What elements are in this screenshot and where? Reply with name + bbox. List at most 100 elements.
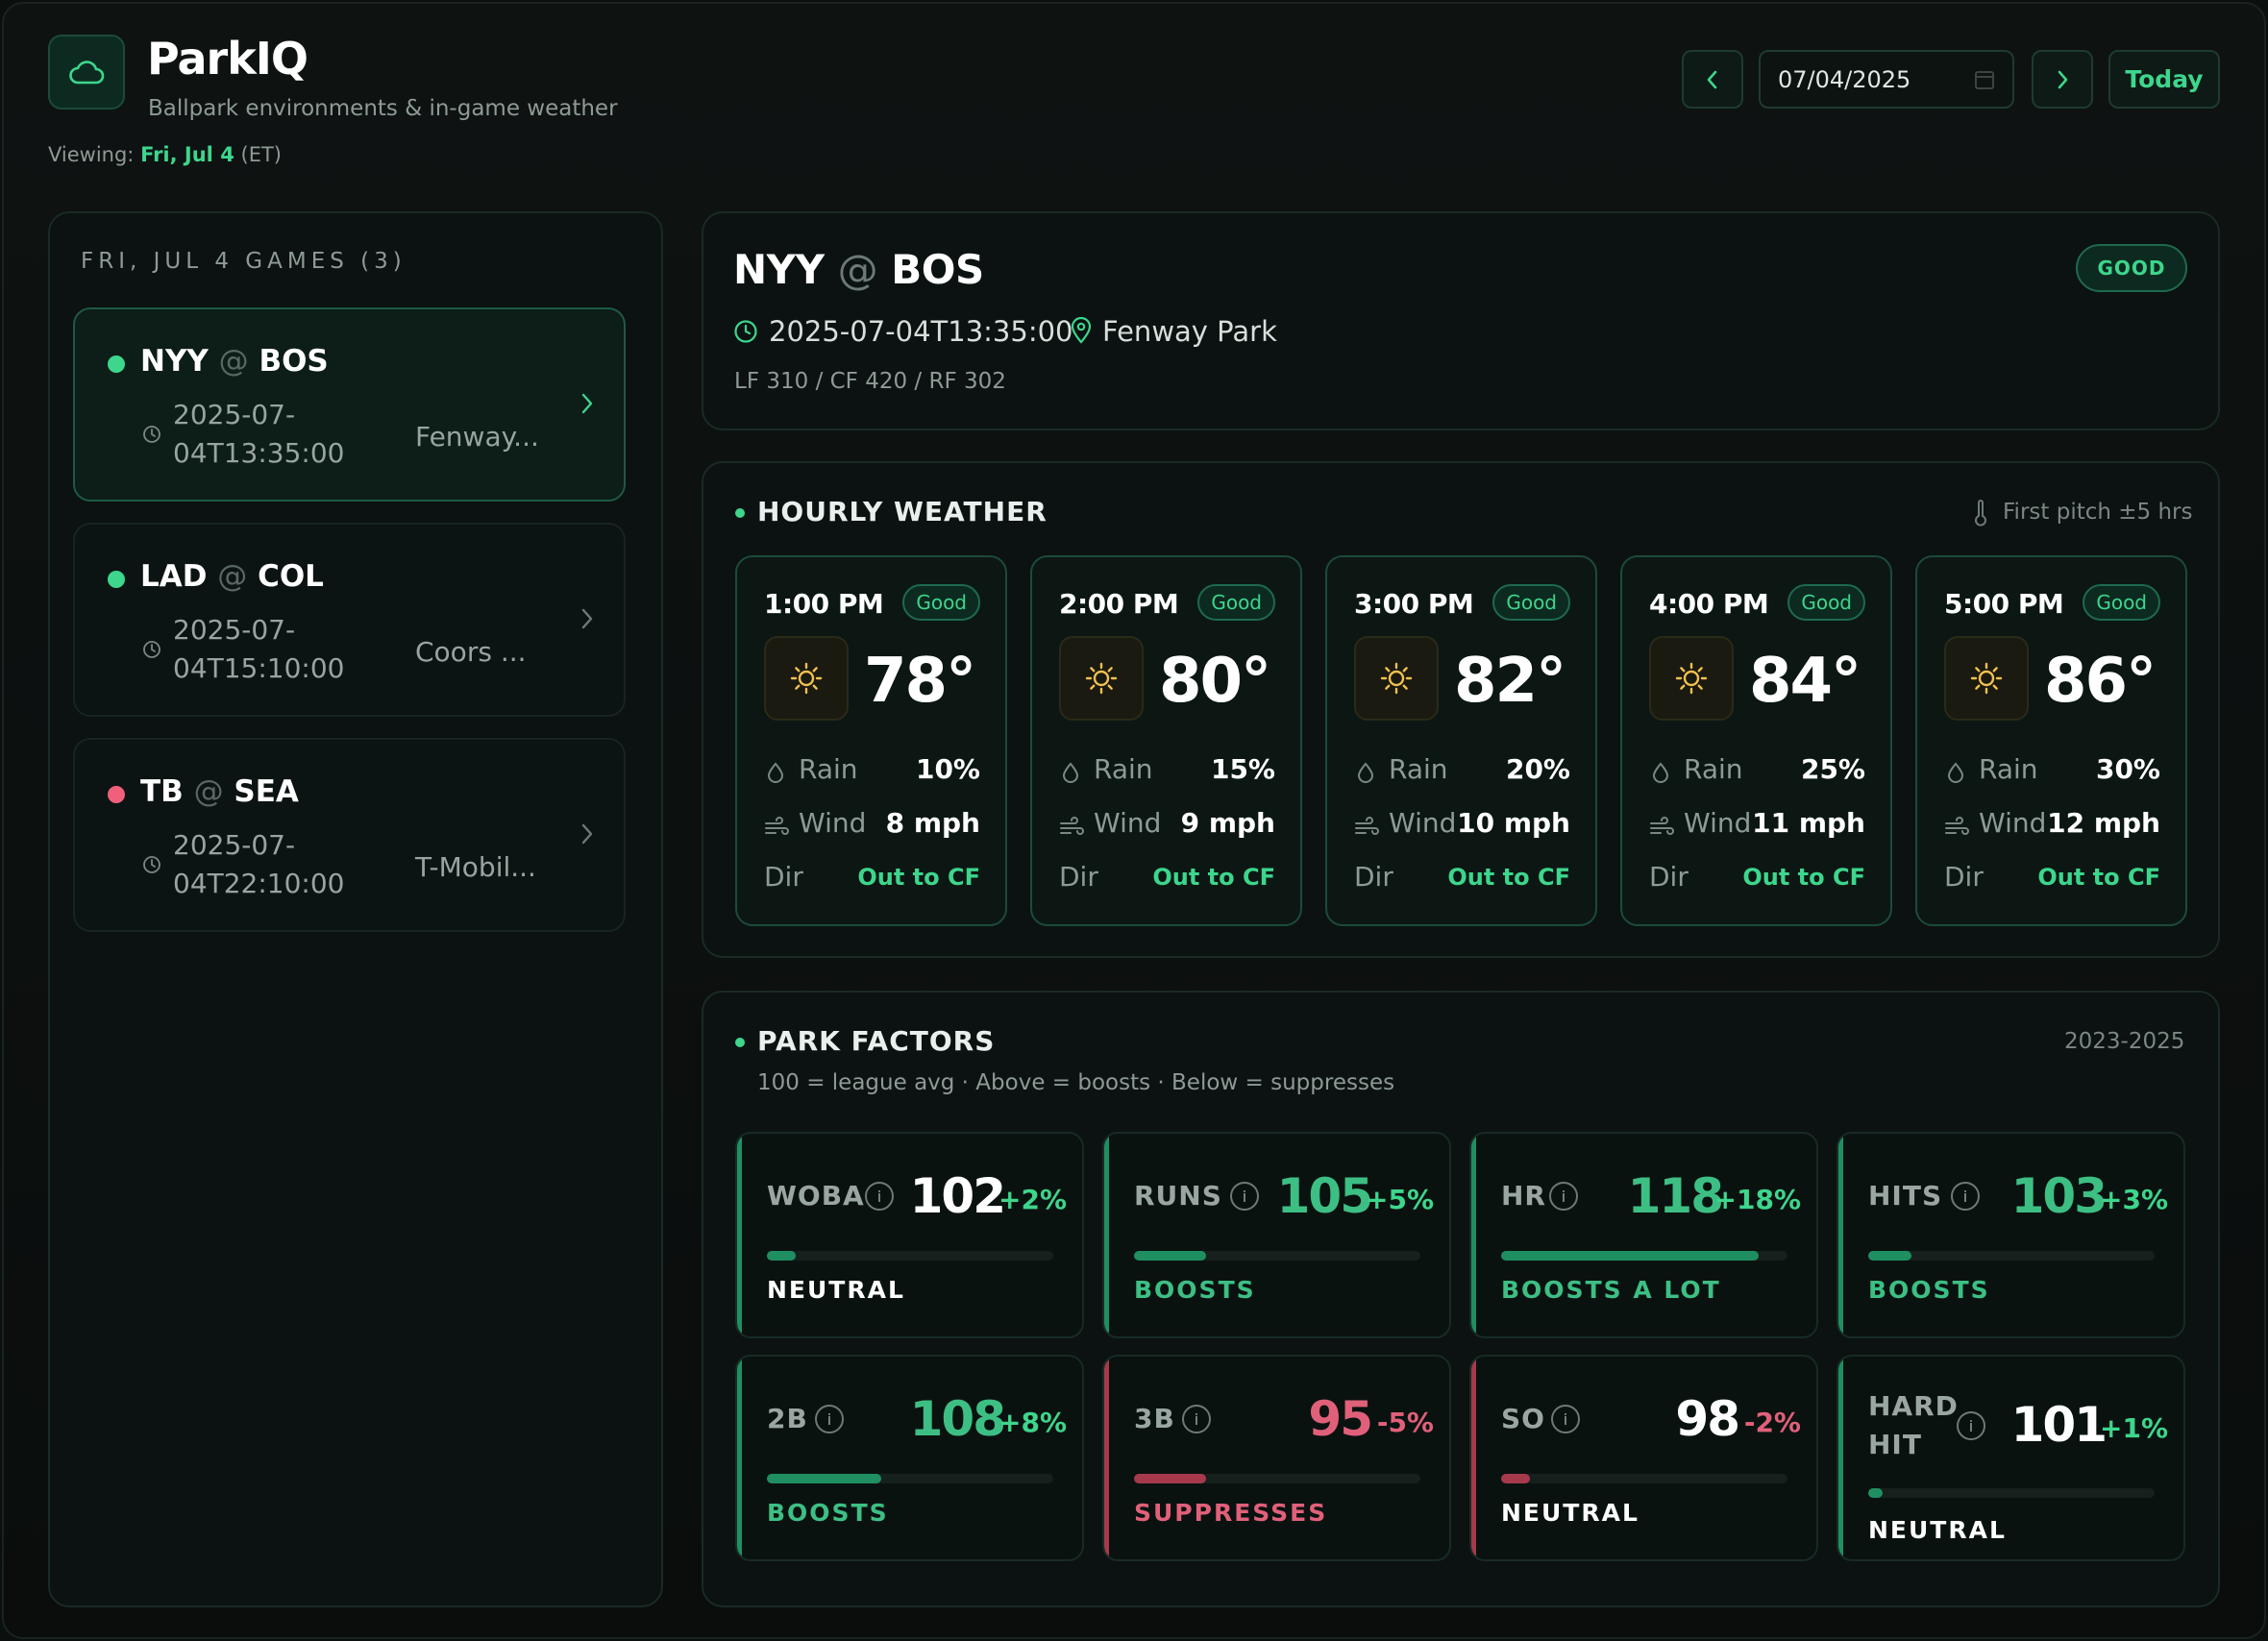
- game-time-line1: 2025-07-: [173, 829, 296, 861]
- today-button[interactable]: Today: [2108, 50, 2220, 109]
- weather-icon-box: [1354, 636, 1439, 721]
- factor-accent-bar: [1104, 1134, 1109, 1336]
- hour-status-badge: Good: [1787, 584, 1865, 621]
- hour-status-badge: Good: [2083, 584, 2160, 621]
- factor-verdict: BOOSTS: [1134, 1276, 1256, 1304]
- rain-value: 25%: [1800, 753, 1865, 785]
- prev-day-button[interactable]: [1682, 50, 1743, 109]
- game-venue: Fenway...: [415, 421, 539, 453]
- hourly-forecast-card[interactable]: 4:00 PM Good 84° Rain 25% Wind 11 mph Di…: [1620, 555, 1892, 926]
- direction-row: Dir Out to CF: [1944, 861, 2160, 895]
- rain-row: Rain 10%: [764, 753, 980, 788]
- hour-time: 4:00 PM: [1649, 588, 1769, 620]
- sun-icon: [1675, 662, 1708, 695]
- viewing-timezone: (ET): [240, 143, 282, 166]
- hourly-forecast-card[interactable]: 5:00 PM Good 86° Rain 30% Wind 12 mph Di…: [1915, 555, 2187, 926]
- factor-value: 102: [909, 1168, 1006, 1224]
- factor-accent-bar: [737, 1357, 742, 1559]
- hour-status-badge: Good: [1197, 584, 1275, 621]
- hour-temperature: 84°: [1749, 646, 1861, 717]
- location-pin-icon: [1071, 317, 1092, 344]
- viewing-prefix: Viewing:: [48, 143, 135, 166]
- game-list-item[interactable]: LAD @ COL 2025-07- 04T15:10:00 Coors ...: [73, 523, 626, 717]
- hour-status-badge: Good: [1492, 584, 1570, 621]
- factor-fill: [767, 1474, 882, 1483]
- chevron-right-icon: [581, 823, 593, 845]
- info-icon[interactable]: i: [1951, 1182, 1980, 1211]
- game-at: @: [218, 344, 249, 379]
- weather-icon-box: [764, 636, 849, 721]
- info-icon[interactable]: i: [1549, 1182, 1578, 1211]
- rain-label: Rain: [799, 753, 858, 785]
- factor-name: HR: [1501, 1180, 1546, 1212]
- sun-icon: [1970, 662, 2003, 695]
- info-icon[interactable]: i: [865, 1182, 894, 1211]
- game-away: TB: [140, 774, 184, 809]
- factor-value: 108: [909, 1391, 1006, 1447]
- rain-value: 15%: [1210, 753, 1275, 785]
- info-icon[interactable]: i: [1551, 1405, 1580, 1433]
- direction-row: Dir Out to CF: [764, 861, 980, 895]
- factor-value: 118: [1627, 1168, 1724, 1224]
- factor-name: HITS: [1868, 1180, 1943, 1212]
- rain-label: Rain: [1389, 753, 1448, 785]
- info-icon[interactable]: i: [1182, 1405, 1211, 1433]
- next-day-button[interactable]: [2032, 50, 2093, 109]
- wind-row: Wind 10 mph: [1354, 807, 1570, 842]
- wind-icon: [1945, 817, 1969, 835]
- factor-name: HARD HIT: [1868, 1390, 1959, 1460]
- hourly-forecast-card[interactable]: 1:00 PM Good 78° Rain 10% Wind 8 mph Dir…: [735, 555, 1007, 926]
- factor-verdict: NEUTRAL: [767, 1276, 905, 1304]
- factor-value: 98: [1675, 1391, 1740, 1447]
- factor-verdict: NEUTRAL: [1868, 1516, 2007, 1544]
- hourly-forecast-card[interactable]: 2:00 PM Good 80° Rain 15% Wind 9 mph Dir…: [1030, 555, 1302, 926]
- park-factor-card: HARD HIT i 101 +1% NEUTRAL: [1837, 1355, 2185, 1561]
- direction-value: Out to CF: [1742, 864, 1865, 891]
- park-factor-card: WOBA i 102 +2% NEUTRAL: [735, 1132, 1084, 1338]
- logo: [48, 35, 125, 110]
- game-list-item[interactable]: NYY @ BOS 2025-07- 04T13:35:00 Fenway...: [73, 307, 626, 502]
- sun-icon: [1380, 662, 1413, 695]
- hour-temperature: 82°: [1454, 646, 1566, 717]
- clock-icon: [143, 641, 160, 658]
- hour-time: 5:00 PM: [1944, 588, 2064, 620]
- factor-delta: +3%: [2100, 1184, 2168, 1215]
- park-factor-card: SO i 98 -2% NEUTRAL: [1469, 1355, 1818, 1561]
- factor-value: 103: [2010, 1168, 2108, 1224]
- info-icon[interactable]: i: [815, 1405, 844, 1433]
- wind-value: 12 mph: [2047, 807, 2160, 839]
- game-away: NYY: [140, 344, 209, 379]
- weather-icon-box: [1059, 636, 1144, 721]
- wind-value: 10 mph: [1457, 807, 1570, 839]
- direction-value: Out to CF: [2037, 864, 2160, 891]
- hourly-weather-title: HOURLY WEATHER: [757, 496, 1048, 527]
- factor-verdict: BOOSTS A LOT: [1501, 1276, 1721, 1304]
- wind-icon: [1060, 817, 1084, 835]
- game-list-item[interactable]: TB @ SEA 2025-07- 04T22:10:00 T-Mobil...: [73, 738, 626, 932]
- game-home: COL: [258, 559, 324, 594]
- factor-delta: +8%: [998, 1407, 1067, 1438]
- clock-icon: [734, 320, 757, 343]
- wind-icon: [1650, 817, 1674, 835]
- clock-icon: [143, 856, 160, 873]
- rain-drop-icon: [1062, 762, 1079, 783]
- info-icon[interactable]: i: [1957, 1411, 1985, 1440]
- hourly-forecast-card[interactable]: 3:00 PM Good 82° Rain 20% Wind 10 mph Di…: [1325, 555, 1597, 926]
- chevron-left-icon: [1707, 70, 1717, 88]
- factor-delta: -2%: [1743, 1407, 1801, 1438]
- rain-row: Rain 25%: [1649, 753, 1865, 788]
- direction-value: Out to CF: [1447, 864, 1570, 891]
- factor-fill: [1134, 1474, 1206, 1483]
- direction-label: Dir: [1059, 861, 1098, 893]
- park-factors-subtitle: 100 = league avg · Above = boosts · Belo…: [757, 1070, 1395, 1095]
- rain-row: Rain 20%: [1354, 753, 1570, 788]
- rain-drop-icon: [767, 762, 784, 783]
- factor-name: RUNS: [1134, 1180, 1222, 1212]
- rain-drop-icon: [1947, 762, 1964, 783]
- info-icon[interactable]: i: [1230, 1182, 1259, 1211]
- date-input[interactable]: 07/04/2025: [1759, 50, 2014, 109]
- hour-temperature: 78°: [864, 646, 976, 717]
- calendar-icon[interactable]: [1974, 68, 1995, 91]
- park-factor-card: 3B i 95 -5% SUPPRESSES: [1102, 1355, 1451, 1561]
- direction-row: Dir Out to CF: [1059, 861, 1275, 895]
